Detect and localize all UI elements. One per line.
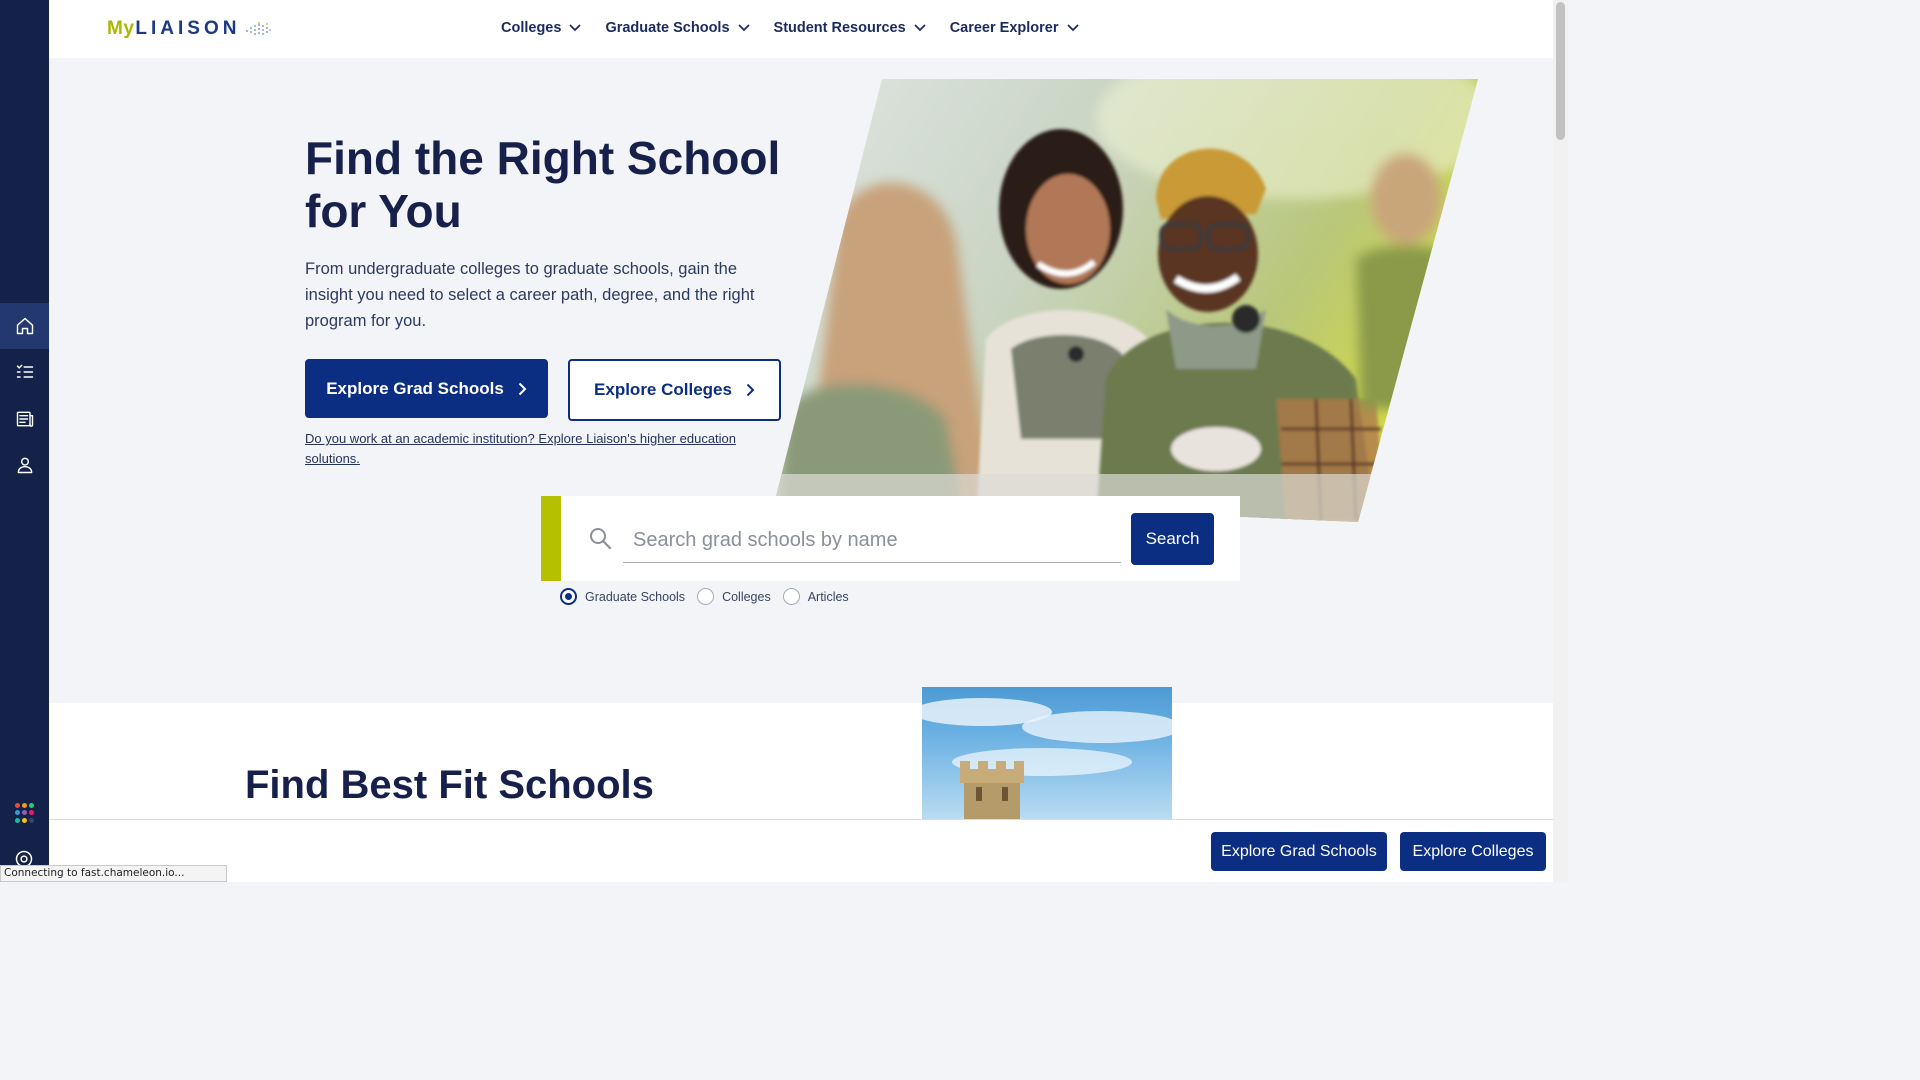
scrollbar-thumb[interactable] <box>1556 2 1565 140</box>
search-panel: Search <box>541 496 1240 581</box>
students-illustration <box>776 79 1478 522</box>
app-dot <box>15 803 20 808</box>
chevron-right-icon <box>518 382 527 395</box>
radio-graduate-schools[interactable]: Graduate Schools <box>560 588 685 605</box>
radio-button[interactable] <box>697 588 715 605</box>
chevron-right-icon <box>746 383 755 397</box>
app-dot <box>15 810 20 816</box>
checklist-icon <box>16 364 33 378</box>
nav-colleges[interactable]: Colleges <box>501 20 582 36</box>
app-dot <box>29 803 34 808</box>
search-type-options: Graduate Schools Colleges Articles <box>560 588 861 605</box>
left-rail <box>0 0 49 882</box>
search-icon <box>590 528 612 550</box>
articles-icon <box>16 411 33 427</box>
hero-students-photo <box>776 79 1478 522</box>
radio-button[interactable] <box>782 588 800 605</box>
rail-checklist-button[interactable] <box>0 349 49 395</box>
profile-icon <box>17 457 32 474</box>
search-input[interactable] <box>623 518 1121 563</box>
explore-colleges-button[interactable]: Explore Colleges <box>568 359 781 421</box>
home-icon <box>16 317 33 335</box>
hero-description: From undergraduate colleges to graduate … <box>305 260 755 330</box>
chevron-down-icon <box>737 24 750 32</box>
radio-articles[interactable]: Articles <box>782 588 849 605</box>
app-dot <box>22 810 27 816</box>
sticky-explore-grad-schools-button[interactable]: Explore Grad Schools <box>1211 832 1387 871</box>
rail-articles-button[interactable] <box>0 396 49 442</box>
institution-solutions-link[interactable]: Do you work at an academic institution? … <box>305 429 775 468</box>
search-button[interactable]: Search <box>1131 513 1214 565</box>
chevron-down-icon <box>914 24 926 32</box>
site-header: My LIAISON Colleges Graduate Schools Stu… <box>49 0 1553 58</box>
browser-status-bar: Connecting to fast.chameleon.io... <box>0 865 227 882</box>
app-dot <box>29 810 34 816</box>
app-dot <box>22 803 27 808</box>
chevron-down-icon <box>1066 24 1079 32</box>
app-dot <box>22 817 27 823</box>
explore-grad-schools-button[interactable]: Explore Grad Schools <box>305 359 548 418</box>
radio-colleges[interactable]: Colleges <box>697 588 771 605</box>
nav-student-resources[interactable]: Student Resources <box>774 20 926 36</box>
chevron-down-icon <box>569 24 582 32</box>
app-dot <box>29 817 34 823</box>
logo-dots-icon <box>246 22 272 35</box>
radio-button-checked[interactable] <box>560 588 577 605</box>
myliaison-logo[interactable]: My LIAISON <box>107 18 272 40</box>
page-scrollbar[interactable] <box>1553 0 1568 882</box>
section-title: Find Best Fit Schools <box>245 763 654 807</box>
sticky-explore-colleges-button[interactable]: Explore Colleges <box>1400 832 1546 871</box>
rail-profile-button[interactable] <box>0 442 49 488</box>
app-dot <box>15 817 20 823</box>
nav-graduate-schools[interactable]: Graduate Schools <box>605 20 750 36</box>
sticky-cta-bar: Explore Grad Schools Explore Colleges <box>49 819 1553 882</box>
rail-home-button[interactable] <box>0 303 49 349</box>
search-accent-bar <box>541 496 561 581</box>
campus-tower-illustration <box>922 698 1172 819</box>
campus-tower-photo <box>922 687 1172 819</box>
hero-title: Find the Right School for You <box>305 132 781 237</box>
nav-career-explorer[interactable]: Career Explorer <box>950 20 1079 36</box>
main-nav: Colleges Graduate Schools Student Resour… <box>501 20 1103 36</box>
apps-grid-icon[interactable] <box>15 803 35 823</box>
